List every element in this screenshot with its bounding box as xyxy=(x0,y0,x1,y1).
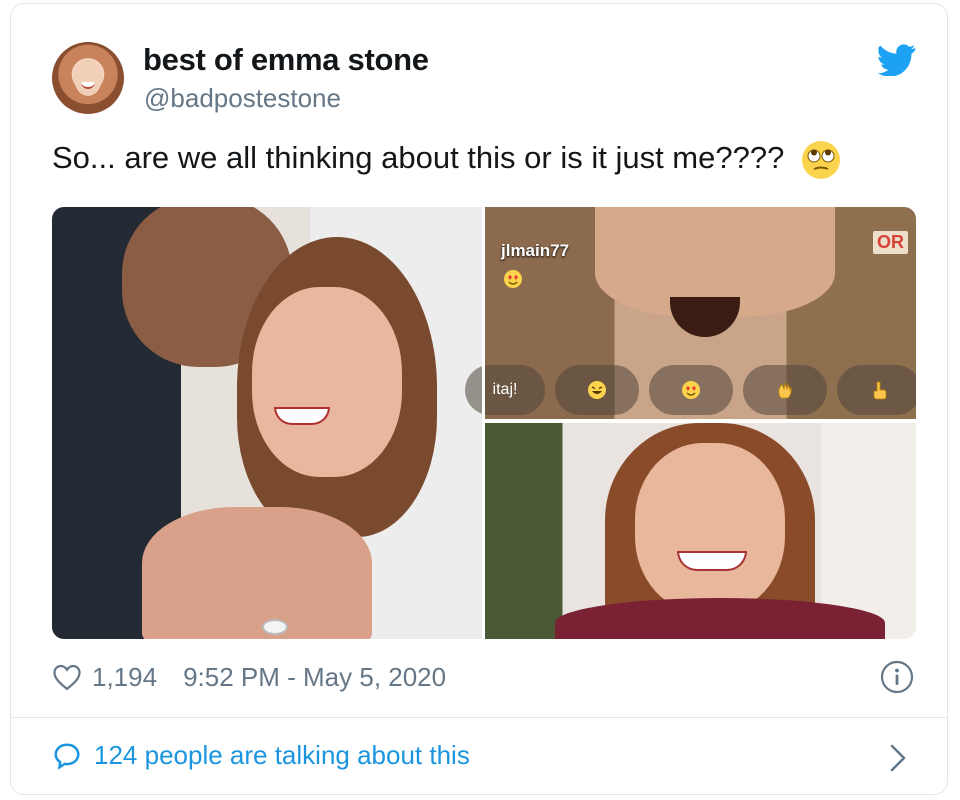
media-divider-horizontal xyxy=(485,419,916,423)
reaction-laugh[interactable] xyxy=(555,365,639,415)
speech-bubble-icon xyxy=(54,742,80,770)
photo-face xyxy=(635,443,785,613)
heart-eyes-emoji-icon xyxy=(682,381,700,399)
photo-laugh xyxy=(677,551,747,571)
heart-icon[interactable] xyxy=(52,663,82,691)
background-sign: OR xyxy=(873,231,908,254)
info-icon[interactable] xyxy=(880,660,914,694)
conversation-count-text: 124 people are talking about this xyxy=(94,740,470,770)
engagement-photo[interactable] xyxy=(52,207,482,639)
tweet-timestamp[interactable]: 9:52 PM - May 5, 2020 xyxy=(183,662,446,693)
card-divider xyxy=(11,717,947,718)
display-name[interactable]: best of emma stone xyxy=(143,42,429,78)
reaction-point[interactable] xyxy=(837,365,916,415)
tweet-meta: 1,194 9:52 PM - May 5, 2020 xyxy=(52,660,446,694)
live-stream-photo[interactable]: jlmain77 OR itaj! xyxy=(465,207,916,419)
reaction-wave[interactable] xyxy=(743,365,827,415)
tweet-text: So... are we all thinking about this or … xyxy=(52,140,841,180)
photo-ring xyxy=(262,619,288,635)
like-count[interactable]: 1,194 xyxy=(92,662,157,693)
avatar[interactable] xyxy=(52,42,124,114)
tweet-text-body: So... are we all thinking about this or … xyxy=(52,140,785,176)
reaction-bar: itaj! xyxy=(465,365,916,415)
media-divider-vertical xyxy=(482,207,485,639)
waving-hand-icon xyxy=(778,382,792,399)
eye-roll-emoji-icon xyxy=(801,141,840,179)
photo-open-mouth xyxy=(670,297,740,337)
twitter-bird-icon[interactable] xyxy=(878,44,916,76)
photo-hand xyxy=(142,507,372,639)
reaction-heart-eyes[interactable] xyxy=(649,365,733,415)
tweet-media[interactable]: jlmain77 OR itaj! xyxy=(52,207,916,639)
photo-woman-face xyxy=(252,287,402,477)
stream-username: jlmain77 xyxy=(501,241,570,260)
laughing-emoji-icon xyxy=(588,381,606,399)
avatar-face xyxy=(74,60,102,96)
chevron-right-icon[interactable] xyxy=(888,742,908,774)
video-call-photo[interactable] xyxy=(485,423,916,639)
conversation-link[interactable]: 124 people are talking about this xyxy=(52,740,470,771)
user-handle[interactable]: @badpostestone xyxy=(144,83,341,114)
photo-sweater xyxy=(555,598,885,639)
reaction-left-partial[interactable]: itaj! xyxy=(465,365,545,415)
reaction-left-label: itaj! xyxy=(492,381,518,398)
heart-eyes-emoji-icon xyxy=(504,270,522,288)
pointing-hand-icon xyxy=(873,381,887,400)
